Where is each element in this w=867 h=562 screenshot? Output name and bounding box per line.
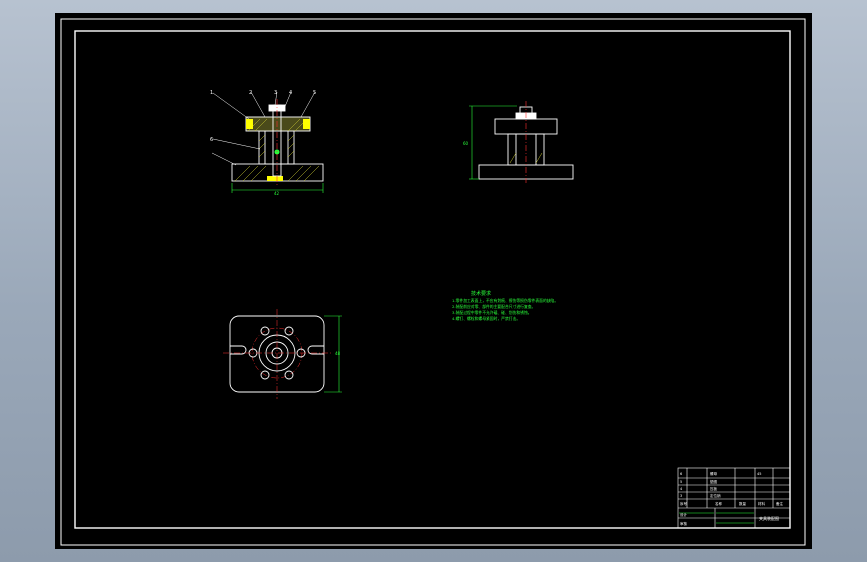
tb-row-3-no: 4: [680, 487, 683, 491]
tb-footer-design: 设计: [680, 512, 688, 517]
tb-header-remark: 备注: [776, 501, 784, 506]
drawing-sheet: 1 2 3 4 5 6 42 60 48 技术要求 1.零件加工表面上，不应有划…: [60, 18, 806, 546]
tb-row-3-name: 压板: [710, 486, 718, 491]
dim-side-height: 60: [463, 141, 469, 146]
tb-header-material: 材料: [758, 501, 766, 506]
tb-row-1-material: 45: [757, 472, 761, 476]
outer-frame: [60, 18, 806, 546]
note-line-4: 4.螺钉、螺栓和螺母紧固时，严禁打击。: [452, 316, 520, 321]
top-view[interactable]: [223, 309, 342, 399]
key-slot: [267, 176, 283, 181]
tb-header-no: 序号: [680, 501, 688, 506]
side-view[interactable]: [469, 101, 574, 183]
balloon-6: 6: [210, 137, 213, 143]
tb-drawing-name: 夹具装配图: [759, 515, 779, 521]
dim-top-height: 48: [335, 351, 341, 356]
tb-row-1-name: 螺母: [710, 471, 718, 476]
tb-row-4-name: 定位销: [710, 493, 721, 498]
clamp-plate: [245, 116, 311, 132]
notes-title: 技术要求: [471, 290, 491, 297]
tb-header-qty: 数量: [739, 501, 747, 506]
balloon-5: 5: [313, 90, 316, 96]
note-line-3: 3.装配过程中零件不允许磕、碰、划伤和锈蚀。: [452, 310, 532, 315]
balloon-1: 1: [210, 90, 213, 96]
balloon-2: 2: [249, 90, 252, 96]
dim-front-width: 42: [274, 191, 280, 196]
tb-row-2-name: 垫圈: [710, 479, 718, 484]
tb-footer-review: 审核: [680, 521, 688, 526]
inner-frame: [74, 30, 791, 529]
tb-header-name: 名称: [715, 501, 723, 506]
cad-viewport[interactable]: 1 2 3 4 5 6 42 60 48 技术要求 1.零件加工表面上，不应有划…: [55, 13, 812, 549]
tb-row-1-no: 6: [680, 472, 682, 476]
note-line-2: 2.装配前应对零、部件的主要配合尺寸进行复查。: [452, 304, 535, 309]
note-line-1: 1.零件加工表面上，不应有划痕、擦伤等损伤零件表面的缺陷。: [452, 298, 558, 303]
tb-row-2-no: 5: [680, 480, 682, 484]
balloon-4: 4: [289, 90, 292, 96]
tb-row-4-no: 3: [680, 494, 682, 498]
balloon-3: 3: [274, 90, 277, 96]
front-section-view[interactable]: [211, 91, 324, 193]
